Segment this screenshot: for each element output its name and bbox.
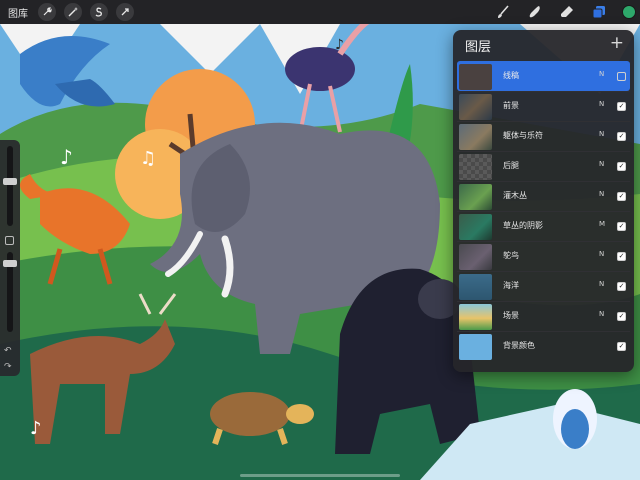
layer-row[interactable]: 躯体与乐符 N ✓ [457,121,630,151]
redo-icon[interactable]: ↷ [4,362,12,372]
layer-name: 草丛的阴影 [503,221,543,230]
layer-thumbnail[interactable] [459,334,492,360]
layer-name: 场景 [503,311,519,320]
layer-thumbnail[interactable] [459,274,492,300]
layer-row[interactable]: 前景 N ✓ [457,91,630,121]
layer-thumbnail[interactable] [459,94,492,120]
layers-panel-header: 图层 + [453,30,634,60]
eraser-icon[interactable] [558,3,576,21]
svg-text:♪: ♪ [60,145,73,169]
layer-row[interactable]: 背景颜色 ✓ [457,331,630,361]
layer-row[interactable]: 海洋 N ✓ [457,271,630,301]
layer-row[interactable]: 草丛的阴影 M ✓ [457,211,630,241]
svg-text:♪: ♪ [335,37,344,53]
layer-row[interactable]: 线稿 N [457,61,630,91]
layer-blend-mode-button[interactable]: N [599,130,604,138]
layers-panel-title: 图层 [465,40,492,55]
layer-visibility-checkbox[interactable]: ✓ [617,342,626,351]
layer-thumbnail[interactable] [459,304,492,330]
layer-visibility-checkbox[interactable]: ✓ [617,132,626,141]
home-indicator [240,474,400,477]
left-sidebar: ↶ ↷ [0,140,20,376]
opacity-thumb[interactable] [3,260,17,267]
layer-list: 线稿 N 前景 N ✓ 躯体与乐符 N ✓ 后腿 N ✓ 灌木丛 N ✓ 草丛的阴影 M ✓ 鸵鸟 N ✓ 海洋 N ✓ 场景… [457,61,630,361]
layers-panel: 图层 + 线稿 N 前景 N ✓ 躯体与乐符 N ✓ 后腿 N ✓ 灌木丛 N ✓ 草丛的阴影 M ✓ 鸵鸟 N ✓ 海… [453,30,634,372]
smudge-icon[interactable] [526,3,544,21]
transform-arrow-icon[interactable] [116,3,134,21]
right-tools-group [480,3,636,21]
layer-blend-mode-button[interactable]: N [599,70,604,78]
selection-icon[interactable] [90,3,108,21]
brush-size-slider[interactable] [3,146,17,226]
layer-visibility-checkbox[interactable]: ✓ [617,222,626,231]
add-layer-button[interactable]: + [610,33,624,53]
magic-wand-icon[interactable] [64,3,82,21]
layer-blend-mode-button[interactable]: N [599,250,604,258]
layer-visibility-checkbox[interactable]: ✓ [617,312,626,321]
undo-icon[interactable]: ↶ [4,346,12,356]
layer-row[interactable]: 鸵鸟 N ✓ [457,241,630,271]
opacity-slider[interactable] [3,252,17,332]
gallery-button[interactable]: 图库 [8,5,30,20]
layer-thumbnail[interactable] [459,214,492,240]
brush-icon[interactable] [494,3,512,21]
layer-thumbnail[interactable] [459,64,492,90]
layer-visibility-checkbox[interactable]: ✓ [617,162,626,171]
layer-visibility-checkbox[interactable]: ✓ [617,252,626,261]
layer-name: 背景颜色 [503,341,535,350]
layer-name: 躯体与乐符 [503,131,543,140]
brush-size-thumb[interactable] [3,178,17,185]
layer-thumbnail[interactable] [459,154,492,180]
layer-row[interactable]: 灌木丛 N ✓ [457,181,630,211]
layer-blend-mode-button[interactable]: N [599,190,604,198]
svg-text:♫: ♫ [140,148,156,169]
layer-name: 灌木丛 [503,191,527,200]
layer-name: 后腿 [503,161,519,170]
layer-name: 鸵鸟 [503,251,519,260]
layer-row[interactable]: 场景 N ✓ [457,301,630,331]
layer-thumbnail[interactable] [459,244,492,270]
svg-text:♪: ♪ [30,418,42,439]
layer-blend-mode-button[interactable]: N [599,280,604,288]
layer-blend-mode-button[interactable]: N [599,160,604,168]
layer-name: 线稿 [503,71,519,80]
layer-blend-mode-button[interactable]: N [599,310,604,318]
layer-blend-mode-button[interactable]: N [599,100,604,108]
modify-button[interactable] [5,236,14,245]
layer-name: 前景 [503,101,519,110]
layer-row[interactable]: 后腿 N ✓ [457,151,630,181]
layer-visibility-checkbox[interactable] [617,72,626,81]
layer-visibility-checkbox[interactable]: ✓ [617,282,626,291]
layer-blend-mode-button[interactable]: M [599,220,605,228]
color-picker-swatch[interactable] [622,5,636,19]
top-toolbar: 图库 [0,0,640,24]
wrench-icon[interactable] [38,3,56,21]
layer-visibility-checkbox[interactable]: ✓ [617,192,626,201]
layers-icon[interactable] [590,3,608,21]
layer-visibility-checkbox[interactable]: ✓ [617,102,626,111]
layer-thumbnail[interactable] [459,184,492,210]
layer-thumbnail[interactable] [459,124,492,150]
layer-name: 海洋 [503,281,519,290]
